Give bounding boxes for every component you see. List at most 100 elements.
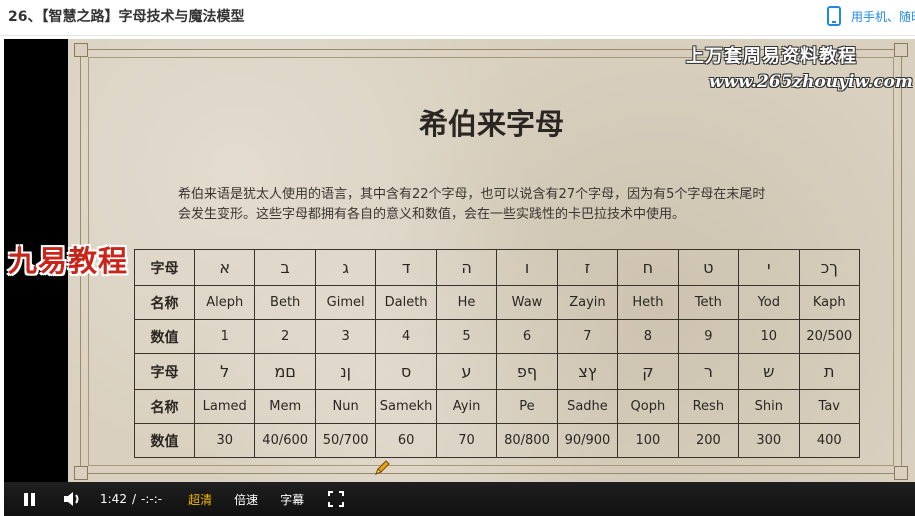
table-cell: 3 (314, 319, 377, 354)
mobile-watch-label: 用手机、随时 (851, 9, 915, 24)
table-cell: ךכ (798, 249, 861, 286)
table-cell: 2 (254, 319, 316, 354)
table-cell: ר (677, 353, 740, 390)
table-cell: Tav (798, 389, 861, 424)
quality-button[interactable]: 超清 (188, 491, 212, 508)
speed-button[interactable]: 倍速 (234, 491, 258, 508)
table-cell: Nun (314, 389, 377, 424)
table-cell: ט (677, 249, 740, 286)
player-controls: 1:42 / -:-:- 超清 倍速 字幕 (4, 482, 915, 516)
row-header: 数值 (134, 319, 195, 354)
table-cell: 50/700 (314, 423, 377, 458)
phone-icon (827, 6, 841, 26)
table-cell: ש (738, 353, 800, 390)
table-cell: Teth (677, 285, 740, 320)
table-cell: 40/600 (254, 423, 316, 458)
table-cell: Waw (496, 285, 558, 320)
table-cell: ה (435, 249, 498, 286)
table-cell: Mem (254, 389, 316, 424)
logo-watermark: 九易教程 (8, 244, 129, 278)
hebrew-alphabet-table: 字母 א ב ג ד ה ו ז ח ט י ךכ 名称 Aleph Beth Gimel Daleth He Wa… (134, 249, 861, 458)
row-header: 名称 (134, 285, 195, 320)
desc-line: 希伯来语是犹太人使用的语言，其中含有22个字母，也可以说含有27个字母，因为有5… (178, 187, 766, 202)
table-cell: 7 (556, 319, 619, 354)
table-cell: Yod (738, 285, 800, 320)
video-player[interactable]: 上万套周易资料教程 www.265zhouyiw.com 希伯来字母 希伯来语是… (4, 39, 915, 516)
table-cell: 4 (375, 319, 437, 354)
table-cell: ד (375, 249, 437, 286)
table-row: 名称 Aleph Beth Gimel Daleth He Waw Zayin Heth Teth… (134, 285, 861, 320)
table-row: 数值 1 2 3 4 5 6 7 8 9 10 20/500 (134, 319, 861, 354)
table-cell: 1 (193, 319, 256, 354)
table-cell: י (738, 249, 800, 286)
table-cell: ח (617, 249, 679, 286)
table-cell: 10 (738, 319, 800, 354)
table-row: 名称 Lamed Mem Nun Samekh Ayin Pe Sadhe Qoph Resh Sh… (134, 389, 861, 424)
table-cell: 80/800 (496, 423, 558, 458)
subtitle-button[interactable]: 字幕 (280, 491, 304, 508)
slide-description: 希伯来语是犹太人使用的语言，其中含有22个字母，也可以说含有27个字母，因为有5… (178, 185, 838, 225)
table-cell: ג (314, 249, 377, 286)
slide-frame: 上万套周易资料教程 www.265zhouyiw.com 希伯来字母 希伯来语是… (68, 39, 915, 482)
table-cell: 5 (435, 319, 498, 354)
border-corner (74, 466, 88, 480)
desc-line: 会发生变形。这些字母都拥有各自的意义和数值，会在一些实践性的卡巴拉技术中使用。 (178, 207, 686, 222)
table-cell: ז (556, 249, 619, 286)
watermark-url: www.265zhouyiw.com (708, 72, 913, 92)
fullscreen-icon[interactable] (328, 491, 345, 507)
watermark-text: 上万套周易资料教程 (686, 46, 857, 67)
table-cell: Qoph (617, 389, 679, 424)
table-cell: Daleth (375, 285, 437, 320)
table-cell: ת (798, 353, 861, 390)
table-row: 字母 א ב ג ד ה ו ז ח ט י ךכ (134, 249, 861, 286)
table-cell: 300 (738, 423, 800, 458)
row-header: 数值 (134, 423, 195, 458)
table-cell: םמ (254, 353, 316, 390)
top-bar: 26、【智慧之路】字母技术与魔法模型 用手机、随时 (0, 0, 915, 36)
table-cell: 200 (677, 423, 740, 458)
pencil-icon (375, 460, 390, 475)
mobile-watch-link[interactable]: 用手机、随时 (827, 4, 915, 28)
current-time: 1:42 (100, 492, 127, 506)
volume-icon[interactable] (62, 490, 84, 508)
table-cell: 6 (496, 319, 558, 354)
row-header: 字母 (134, 249, 195, 286)
table-cell: Sadhe (556, 389, 619, 424)
table-cell: ק (617, 353, 679, 390)
table-cell: 60 (375, 423, 437, 458)
table-cell: Gimel (314, 285, 377, 320)
table-cell: 8 (617, 319, 679, 354)
table-cell: 20/500 (798, 319, 861, 354)
border-corner (894, 43, 908, 57)
table-cell: ל (193, 353, 256, 390)
table-cell: Shin (738, 389, 800, 424)
table-cell: Aleph (193, 285, 256, 320)
table-cell: Resh (677, 389, 740, 424)
course-title: 26、【智慧之路】字母技术与魔法模型 (8, 9, 245, 25)
pause-button[interactable] (22, 491, 38, 507)
table-cell: Pe (496, 389, 558, 424)
time-separator: / (131, 492, 136, 506)
table-cell: 70 (435, 423, 498, 458)
border-corner (894, 466, 908, 480)
row-header: 名称 (134, 389, 195, 424)
border-corner (74, 43, 88, 57)
total-time: -:-:- (141, 492, 163, 506)
table-cell: Heth (617, 285, 679, 320)
table-cell: 9 (677, 319, 740, 354)
table-cell: ע (435, 353, 498, 390)
table-cell: 400 (798, 423, 861, 458)
row-header: 字母 (134, 353, 195, 390)
table-cell: ץצ (556, 353, 619, 390)
table-cell: Kaph (798, 285, 861, 320)
table-cell: ףפ (496, 353, 558, 390)
slide-title: 希伯来字母 (418, 107, 564, 141)
table-cell: He (435, 285, 498, 320)
table-cell: ס (375, 353, 437, 390)
table-row: 数值 30 40/600 50/700 60 70 80/800 90/900 100 200 30… (134, 423, 861, 458)
table-cell: Beth (254, 285, 316, 320)
table-cell: Ayin (435, 389, 498, 424)
table-cell: 100 (617, 423, 679, 458)
table-cell: א (193, 249, 256, 286)
table-row: 字母 ל םמ ןנ ס ע ףפ ץצ ק ר ש ת (134, 353, 861, 390)
